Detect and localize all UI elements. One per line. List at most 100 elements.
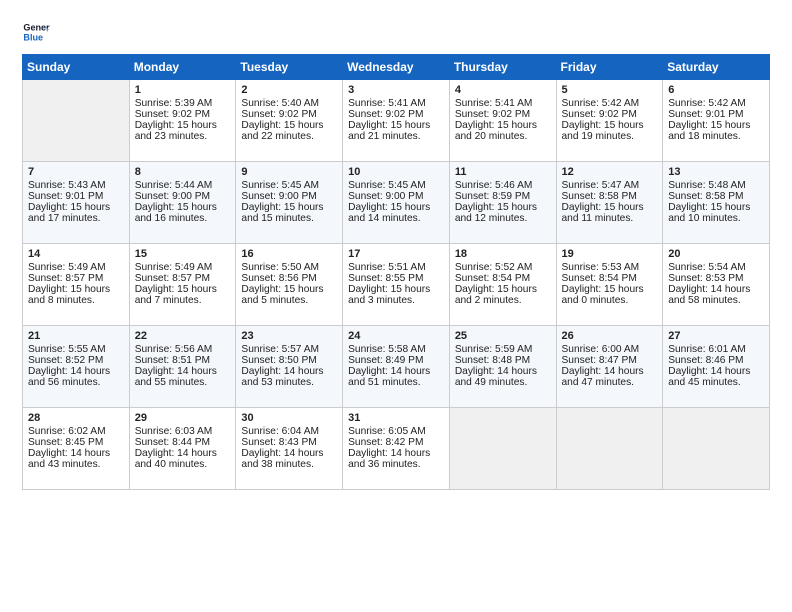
daylight: Daylight: 15 hours and 3 minutes. [348,284,430,306]
sunset: Sunset: 8:52 PM [28,355,103,366]
sunrise: Sunrise: 5:52 AM [455,262,533,273]
calendar-cell: 13 Sunrise: 5:48 AM Sunset: 8:58 PM Dayl… [663,162,770,244]
day-number: 24 [348,330,444,342]
daylight: Daylight: 15 hours and 15 minutes. [241,202,323,224]
calendar-cell [663,408,770,490]
calendar-cell: 26 Sunrise: 6:00 AM Sunset: 8:47 PM Dayl… [556,326,663,408]
sunrise: Sunrise: 5:53 AM [562,262,640,273]
header-cell-thursday: Thursday [449,55,556,80]
header-cell-friday: Friday [556,55,663,80]
svg-text:General: General [23,23,50,33]
week-row-3: 14 Sunrise: 5:49 AM Sunset: 8:57 PM Dayl… [23,244,770,326]
sunrise: Sunrise: 5:42 AM [562,98,640,109]
day-number: 5 [562,84,658,96]
sunrise: Sunrise: 5:46 AM [455,180,533,191]
sunset: Sunset: 8:57 PM [28,273,103,284]
daylight: Daylight: 14 hours and 51 minutes. [348,366,430,388]
day-number: 3 [348,84,444,96]
sunrise: Sunrise: 5:43 AM [28,180,106,191]
sunrise: Sunrise: 6:02 AM [28,426,106,437]
day-number: 12 [562,166,658,178]
sunrise: Sunrise: 6:03 AM [135,426,213,437]
sunset: Sunset: 9:02 PM [562,109,637,120]
sunrise: Sunrise: 5:39 AM [135,98,213,109]
daylight: Daylight: 14 hours and 38 minutes. [241,448,323,470]
header: General Blue [22,18,770,46]
day-number: 10 [348,166,444,178]
sunset: Sunset: 9:01 PM [28,191,103,202]
svg-text:Blue: Blue [23,32,43,42]
sunset: Sunset: 9:00 PM [348,191,423,202]
day-number: 23 [241,330,337,342]
daylight: Daylight: 14 hours and 36 minutes. [348,448,430,470]
day-number: 17 [348,248,444,260]
logo: General Blue [22,18,54,46]
sunset: Sunset: 8:44 PM [135,437,210,448]
daylight: Daylight: 14 hours and 56 minutes. [28,366,110,388]
daylight: Daylight: 15 hours and 14 minutes. [348,202,430,224]
calendar-cell: 27 Sunrise: 6:01 AM Sunset: 8:46 PM Dayl… [663,326,770,408]
day-number: 26 [562,330,658,342]
calendar-cell: 29 Sunrise: 6:03 AM Sunset: 8:44 PM Dayl… [129,408,236,490]
calendar-cell: 22 Sunrise: 5:56 AM Sunset: 8:51 PM Dayl… [129,326,236,408]
sunset: Sunset: 9:02 PM [348,109,423,120]
calendar-cell: 5 Sunrise: 5:42 AM Sunset: 9:02 PM Dayli… [556,80,663,162]
calendar-cell: 25 Sunrise: 5:59 AM Sunset: 8:48 PM Dayl… [449,326,556,408]
header-cell-saturday: Saturday [663,55,770,80]
daylight: Daylight: 14 hours and 53 minutes. [241,366,323,388]
calendar-cell: 6 Sunrise: 5:42 AM Sunset: 9:01 PM Dayli… [663,80,770,162]
day-number: 30 [241,412,337,424]
calendar-cell: 15 Sunrise: 5:49 AM Sunset: 8:57 PM Dayl… [129,244,236,326]
calendar-cell: 24 Sunrise: 5:58 AM Sunset: 8:49 PM Dayl… [343,326,450,408]
calendar-cell: 2 Sunrise: 5:40 AM Sunset: 9:02 PM Dayli… [236,80,343,162]
calendar-cell: 20 Sunrise: 5:54 AM Sunset: 8:53 PM Dayl… [663,244,770,326]
sunrise: Sunrise: 5:45 AM [348,180,426,191]
sunset: Sunset: 8:53 PM [668,273,743,284]
daylight: Daylight: 14 hours and 40 minutes. [135,448,217,470]
calendar-cell: 3 Sunrise: 5:41 AM Sunset: 9:02 PM Dayli… [343,80,450,162]
calendar-cell [556,408,663,490]
sunrise: Sunrise: 5:48 AM [668,180,746,191]
calendar-page: General Blue SundayMondayTuesdayWednesda… [0,0,792,502]
daylight: Daylight: 15 hours and 5 minutes. [241,284,323,306]
sunrise: Sunrise: 5:59 AM [455,344,533,355]
sunrise: Sunrise: 5:55 AM [28,344,106,355]
daylight: Daylight: 14 hours and 49 minutes. [455,366,537,388]
sunset: Sunset: 8:48 PM [455,355,530,366]
calendar-cell: 28 Sunrise: 6:02 AM Sunset: 8:45 PM Dayl… [23,408,130,490]
daylight: Daylight: 14 hours and 47 minutes. [562,366,644,388]
daylight: Daylight: 15 hours and 7 minutes. [135,284,217,306]
sunset: Sunset: 8:55 PM [348,273,423,284]
sunrise: Sunrise: 5:45 AM [241,180,319,191]
sunset: Sunset: 8:43 PM [241,437,316,448]
day-number: 21 [28,330,124,342]
sunset: Sunset: 8:50 PM [241,355,316,366]
calendar-cell: 31 Sunrise: 6:05 AM Sunset: 8:42 PM Dayl… [343,408,450,490]
calendar-table: SundayMondayTuesdayWednesdayThursdayFrid… [22,54,770,490]
day-number: 1 [135,84,231,96]
day-number: 6 [668,84,764,96]
week-row-4: 21 Sunrise: 5:55 AM Sunset: 8:52 PM Dayl… [23,326,770,408]
daylight: Daylight: 15 hours and 0 minutes. [562,284,644,306]
daylight: Daylight: 15 hours and 8 minutes. [28,284,110,306]
week-row-1: 1 Sunrise: 5:39 AM Sunset: 9:02 PM Dayli… [23,80,770,162]
sunrise: Sunrise: 5:49 AM [28,262,106,273]
header-cell-wednesday: Wednesday [343,55,450,80]
day-number: 25 [455,330,551,342]
sunrise: Sunrise: 5:41 AM [348,98,426,109]
calendar-cell: 14 Sunrise: 5:49 AM Sunset: 8:57 PM Dayl… [23,244,130,326]
header-row: SundayMondayTuesdayWednesdayThursdayFrid… [23,55,770,80]
daylight: Daylight: 15 hours and 20 minutes. [455,120,537,142]
sunset: Sunset: 8:57 PM [135,273,210,284]
sunrise: Sunrise: 5:50 AM [241,262,319,273]
calendar-cell: 23 Sunrise: 5:57 AM Sunset: 8:50 PM Dayl… [236,326,343,408]
sunset: Sunset: 9:00 PM [241,191,316,202]
sunrise: Sunrise: 6:05 AM [348,426,426,437]
sunrise: Sunrise: 5:57 AM [241,344,319,355]
sunset: Sunset: 8:42 PM [348,437,423,448]
sunset: Sunset: 8:58 PM [668,191,743,202]
sunset: Sunset: 8:46 PM [668,355,743,366]
sunrise: Sunrise: 5:40 AM [241,98,319,109]
day-number: 28 [28,412,124,424]
sunset: Sunset: 9:01 PM [668,109,743,120]
